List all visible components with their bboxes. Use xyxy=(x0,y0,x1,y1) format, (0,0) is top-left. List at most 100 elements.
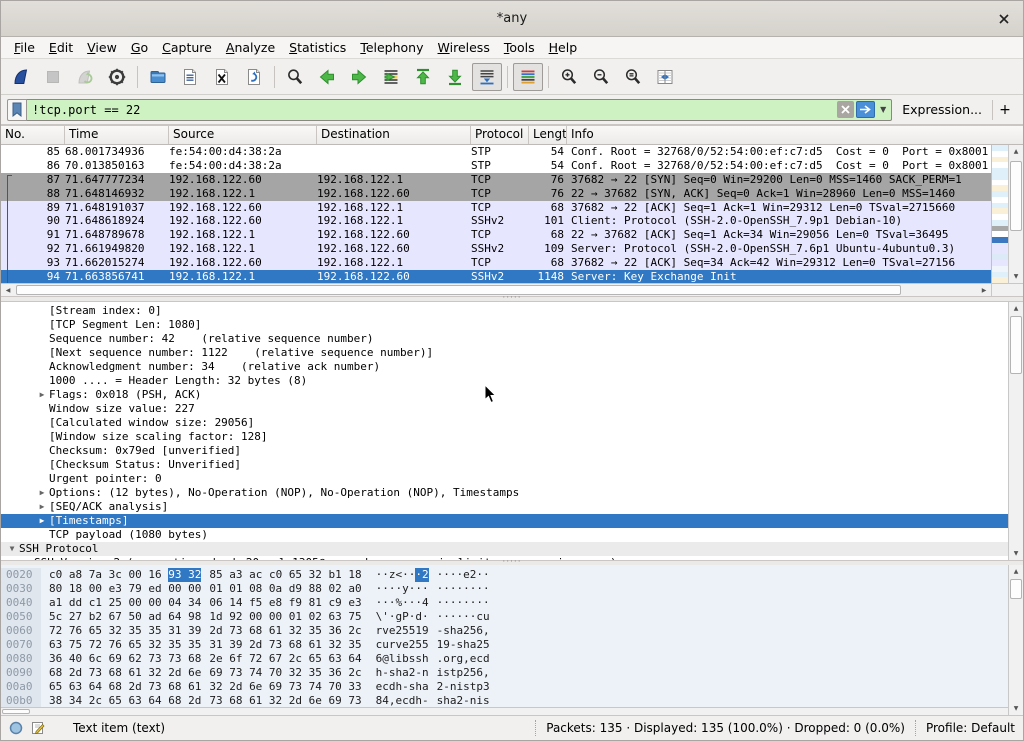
expander-icon[interactable]: ▼ xyxy=(5,542,19,556)
close-file-icon[interactable] xyxy=(207,63,237,91)
expander-icon[interactable]: ▶ xyxy=(35,500,49,514)
column-header-source[interactable]: Source xyxy=(169,126,317,144)
restart-capture-icon[interactable] xyxy=(70,63,100,91)
menu-help[interactable]: Help xyxy=(542,38,585,57)
detail-row-12[interactable]: Urgent pointer: 0 xyxy=(1,472,1008,486)
packet-row-87[interactable]: 8771.647777234192.168.122.60192.168.122.… xyxy=(1,173,991,187)
go-to-packet-icon[interactable] xyxy=(376,63,406,91)
scroll-left-icon[interactable]: ◀ xyxy=(1,284,15,296)
zoom-reset-icon[interactable] xyxy=(618,63,648,91)
hex-row-0020[interactable]: 0020c0 a8 7a 3c 00 16 93 3285 a3 ac c0 6… xyxy=(1,568,1008,582)
menu-edit[interactable]: Edit xyxy=(42,38,80,57)
add-filter-button[interactable]: + xyxy=(993,102,1017,118)
packet-row-93[interactable]: 9371.662015274192.168.122.60192.168.122.… xyxy=(1,256,991,270)
pane-splitter[interactable] xyxy=(1,561,1023,565)
zoom-out-icon[interactable] xyxy=(586,63,616,91)
filter-apply-icon[interactable] xyxy=(856,101,875,118)
detail-row-1[interactable]: [TCP Segment Len: 1080] xyxy=(1,318,1008,332)
column-header-destination[interactable]: Destination xyxy=(317,126,471,144)
packet-row-89[interactable]: 8971.648191037192.168.122.60192.168.122.… xyxy=(1,201,991,215)
hex-row-00a0[interactable]: 00a065 63 64 68 2d 73 68 6132 2d 6e 69 7… xyxy=(1,680,1008,694)
scroll-down-icon[interactable]: ▼ xyxy=(1009,702,1023,715)
hex-row-0040[interactable]: 0040a1 dd c1 25 00 00 04 3406 14 f5 e8 f… xyxy=(1,596,1008,610)
resize-columns-icon[interactable] xyxy=(650,63,680,91)
scroll-thumb[interactable] xyxy=(2,709,30,714)
scroll-thumb[interactable] xyxy=(1010,579,1022,599)
hex-row-0080[interactable]: 008036 40 6c 69 62 73 73 682e 6f 72 67 2… xyxy=(1,652,1008,666)
detail-row-4[interactable]: Acknowledgment number: 34 (relative ack … xyxy=(1,360,1008,374)
detail-row-15[interactable]: ▶[Timestamps] xyxy=(1,514,1008,528)
hex-row-0030[interactable]: 003080 18 00 e3 79 ed 00 0001 01 08 0a d… xyxy=(1,582,1008,596)
hex-row-0090[interactable]: 009068 2d 73 68 61 32 2d 6e69 73 74 70 3… xyxy=(1,666,1008,680)
go-first-icon[interactable] xyxy=(408,63,438,91)
column-header-length[interactable]: Length xyxy=(529,126,567,144)
detail-row-8[interactable]: [Calculated window size: 29056] xyxy=(1,416,1008,430)
scroll-thumb[interactable] xyxy=(16,285,901,295)
intelligent-scrollbar-minimap[interactable] xyxy=(991,145,1008,283)
save-file-icon[interactable] xyxy=(175,63,205,91)
packet-row-86[interactable]: 8670.013850163fe:54:00:d4:38:2aSTP54Conf… xyxy=(1,159,991,173)
column-header-no[interactable]: No. xyxy=(1,126,65,144)
menu-go[interactable]: Go xyxy=(124,38,155,57)
expander-icon[interactable]: ▶ xyxy=(35,514,49,528)
packet-row-88[interactable]: 8871.648146932192.168.122.1192.168.122.6… xyxy=(1,187,991,201)
detail-row-7[interactable]: Window size value: 227 xyxy=(1,402,1008,416)
detail-row-11[interactable]: [Checksum Status: Unverified] xyxy=(1,458,1008,472)
go-forward-icon[interactable] xyxy=(344,63,374,91)
menu-wireless[interactable]: Wireless xyxy=(431,38,497,57)
detail-row-17[interactable]: ▼SSH Protocol xyxy=(1,542,1008,556)
bookmark-icon[interactable] xyxy=(7,99,27,121)
scroll-up-icon[interactable]: ▲ xyxy=(1009,565,1023,578)
hex-row-0060[interactable]: 006072 76 65 32 35 35 31 392d 73 68 61 3… xyxy=(1,624,1008,638)
hex-row-0070[interactable]: 007063 75 72 76 65 32 35 3531 39 2d 73 6… xyxy=(1,638,1008,652)
bytes-hscrollbar[interactable] xyxy=(1,707,1008,715)
packet-row-94[interactable]: 9471.663856741192.168.122.1192.168.122.6… xyxy=(1,270,991,283)
detail-row-2[interactable]: Sequence number: 42 (relative sequence n… xyxy=(1,332,1008,346)
packet-row-85[interactable]: 8568.001734936fe:54:00:d4:38:2aSTP54Conf… xyxy=(1,145,991,159)
hex-row-00b0[interactable]: 00b038 34 2c 65 63 64 68 2d73 68 61 32 2… xyxy=(1,694,1008,707)
detail-row-13[interactable]: ▶Options: (12 bytes), No-Operation (NOP)… xyxy=(1,486,1008,500)
menu-analyze[interactable]: Analyze xyxy=(219,38,282,57)
expander-icon[interactable]: ▶ xyxy=(20,556,34,560)
expert-info-icon[interactable] xyxy=(9,721,23,735)
filter-clear-icon[interactable] xyxy=(837,101,854,118)
scroll-right-icon[interactable]: ▶ xyxy=(977,284,991,296)
bytes-vscrollbar[interactable]: ▲ ▼ xyxy=(1008,565,1023,715)
detail-row-10[interactable]: Checksum: 0x79ed [unverified] xyxy=(1,444,1008,458)
detail-vscrollbar[interactable]: ▲ ▼ xyxy=(1008,302,1023,560)
scroll-down-icon[interactable]: ▼ xyxy=(1009,547,1023,560)
menu-view[interactable]: View xyxy=(80,38,124,57)
reload-file-icon[interactable] xyxy=(239,63,269,91)
packet-row-92[interactable]: 9271.661949820192.168.122.1192.168.122.6… xyxy=(1,242,991,256)
detail-row-5[interactable]: 1000 .... = Header Length: 32 bytes (8) xyxy=(1,374,1008,388)
go-back-icon[interactable] xyxy=(312,63,342,91)
expression-button[interactable]: Expression... xyxy=(892,102,992,117)
detail-row-9[interactable]: [Window size scaling factor: 128] xyxy=(1,430,1008,444)
scroll-up-icon[interactable]: ▲ xyxy=(1009,145,1023,158)
scroll-thumb[interactable] xyxy=(1010,161,1022,231)
detail-row-6[interactable]: ▶Flags: 0x018 (PSH, ACK) xyxy=(1,388,1008,402)
scroll-down-icon[interactable]: ▼ xyxy=(1009,270,1023,283)
expander-icon[interactable]: ▶ xyxy=(35,486,49,500)
menu-capture[interactable]: Capture xyxy=(155,38,219,57)
zoom-in-icon[interactable] xyxy=(554,63,584,91)
scroll-up-icon[interactable]: ▲ xyxy=(1009,302,1023,315)
capture-comment-icon[interactable] xyxy=(31,721,45,735)
hex-row-0050[interactable]: 00505c 27 b2 67 50 ad 64 981d 92 00 00 0… xyxy=(1,610,1008,624)
menu-file[interactable]: File xyxy=(7,38,42,57)
expander-icon[interactable]: ▶ xyxy=(35,388,49,402)
detail-row-3[interactable]: [Next sequence number: 1122 (relative se… xyxy=(1,346,1008,360)
colorize-icon[interactable] xyxy=(513,63,543,91)
menu-tools[interactable]: Tools xyxy=(497,38,542,57)
packet-list-vscrollbar[interactable]: ▲ ▼ xyxy=(1008,145,1023,283)
detail-row-16[interactable]: TCP payload (1080 bytes) xyxy=(1,528,1008,542)
packet-row-91[interactable]: 9171.648789678192.168.122.1192.168.122.6… xyxy=(1,228,991,242)
go-last-icon[interactable] xyxy=(440,63,470,91)
menu-telephony[interactable]: Telephony xyxy=(353,38,430,57)
detail-row-14[interactable]: ▶[SEQ/ACK analysis] xyxy=(1,500,1008,514)
stop-capture-icon[interactable] xyxy=(38,63,68,91)
profile-text[interactable]: Profile: Default xyxy=(926,721,1015,735)
column-header-protocol[interactable]: Protocol xyxy=(471,126,529,144)
close-icon[interactable] xyxy=(995,10,1013,28)
menu-statistics[interactable]: Statistics xyxy=(282,38,353,57)
